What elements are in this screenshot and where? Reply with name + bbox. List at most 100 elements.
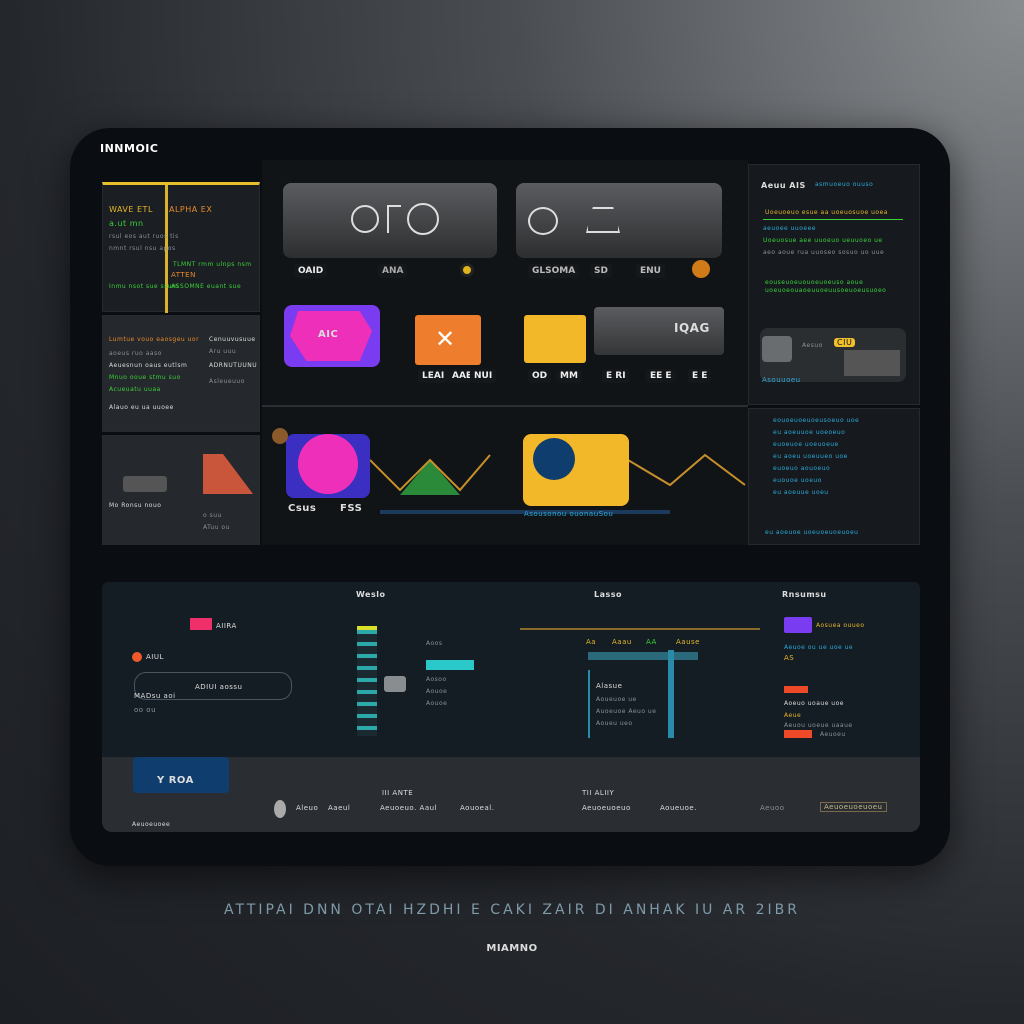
egg-icon [274,800,286,818]
text-line: rsul eos aut ruos tis [109,233,179,240]
caption-text: ATTIPAI DNN OTAI HZDHI E CAKI ZAIR DI AN… [224,902,800,918]
card2-button[interactable]: ENU [636,264,665,278]
card1-button[interactable]: OAID [294,264,328,278]
text-line: Aoeuo uoaue uoe [784,700,844,707]
section-header: Lasso [594,590,623,599]
shape-icon [387,205,401,233]
list-item[interactable]: Aosoo [426,676,447,683]
text-line: TLMNT rmm ulnps nsm [173,261,252,268]
widget-caption: Asouuoeu [762,376,801,384]
handle-button[interactable] [384,676,406,692]
footer-badge[interactable]: Y ROA [133,757,229,793]
brand-logo: MIAMNO [486,943,538,954]
footer-link[interactable]: Aouoeal. [460,804,494,812]
tree-item[interactable]: Aoueuoe ue [596,696,637,703]
card2-button[interactable]: SD [590,264,612,278]
log-line: eu aoeu uoeuueo uoe [773,453,848,460]
timeline-label: Aause [676,638,700,646]
status-dot-icon [132,652,142,662]
magenta-tile[interactable]: AIC [284,305,380,367]
footer-link[interactable]: Aaeul [328,804,350,812]
widget-button[interactable]: CIU [834,338,856,347]
tag-label: AIUL [146,653,164,661]
text-line: Mo Ronsu nouo [109,502,162,509]
text-line: aoeus ruo aaso [109,350,162,357]
timeline-label: Aa [586,638,597,646]
text-line: Aeuoeu [820,731,846,738]
list-item[interactable]: Aoos [426,640,442,647]
tile-label: AIC [318,329,339,340]
tree-item[interactable]: Auoeuoe Aeuo ue [596,708,656,715]
chart-caption: Asousonou ouonauSou [524,510,614,518]
tile-button[interactable]: E E [688,369,712,383]
right-widget[interactable]: Aesuo CIU [760,328,906,382]
tile-button[interactable]: MM [556,369,582,383]
yellow-card[interactable] [523,434,629,506]
color-swatch [784,617,812,633]
footer-link[interactable]: Aleuo [296,804,318,812]
app-title: INNMOIC [100,142,159,155]
chart-shape [203,454,253,494]
tile-button[interactable]: NUI [470,369,497,383]
trapezoid-icon [586,207,620,233]
text-line: Alauo eu ua uuoee [109,404,174,411]
left-panel-3: Mo Ronsu nouo o suu ATuu ou [102,435,260,545]
left-panel-1: WAVE ETL ALPHA EX a.ut mn rsul eos aut r… [102,182,260,313]
card2-button[interactable]: GLSOMA [528,264,580,278]
text-line: ATuu ou [203,524,230,531]
footer-button[interactable]: Aeuoeuoeuoeu [820,802,887,812]
right-panel-3: eouoeuoeuoeusoeuo uoe eu aoeuuoe uoeoeuo… [748,408,920,545]
panel-title: Aeuu AIS [761,181,806,190]
text-line: Aeuoe ou ue uoe ue [784,644,854,651]
text-line: Inmu nsot sue ssum [109,283,179,290]
chart-label: FSS [340,503,363,514]
tile-button[interactable]: E RI [602,369,630,383]
gray-tile[interactable]: IQAG [594,307,724,355]
text-line: Aeuesnun oaus eutlsm [109,362,188,369]
tile-button[interactable]: OD [528,369,552,383]
media-card-1[interactable] [283,183,497,258]
text-line: ADRNUTUUNU [209,362,258,369]
pink-disc-tile[interactable] [286,434,370,498]
circle-icon [528,207,558,235]
log-line: eu aoeuuoe uoeoeuo [773,429,846,436]
tree-item[interactable]: Alasue [596,682,622,690]
footer-link[interactable]: Aoueuoe. [660,804,697,812]
green-peak [400,460,460,495]
circle-icon [407,203,439,235]
tile-button[interactable]: EE E [646,369,676,383]
status-dot-icon [692,260,710,278]
status-dot-icon [460,263,474,277]
text-line: Aeuou uoeue uaaue [784,722,853,729]
panel-heading: Lumtue vouo eaosgeu uor [109,336,200,343]
tree-item[interactable]: Aoueu ueo [596,720,633,727]
tile-label: IQAG [674,321,710,335]
tag-icon [190,618,212,630]
progress-bar [426,660,474,670]
scroll-list[interactable] [357,626,377,736]
field-text: ADIUI aossu [195,683,243,691]
yellow-tile[interactable] [524,315,586,363]
red-indicator [784,730,812,738]
orange-tile[interactable]: ✕ [415,315,481,365]
tile-button[interactable]: LEAI [418,369,449,383]
widget-label: Aesuo [802,342,823,349]
col1-heading: WAVE ETL [109,205,153,214]
text-line: oo ou [134,706,157,714]
red-indicator [784,686,808,693]
camera-icon [762,336,792,362]
media-card-2[interactable] [516,183,722,258]
footer-corner-text: Aeuoeuoee [132,821,171,828]
list-item[interactable]: Aouoe [426,700,447,707]
tag-label: AIIRA [216,622,237,630]
text-line: Asleueuuo [209,378,245,385]
footer-link[interactable]: Aeuoeuoeuo [582,804,631,812]
timeline-track[interactable] [520,628,760,630]
node-dot [272,428,288,444]
timeline-label: Aaau [612,638,632,646]
list-item[interactable]: Aouoe [426,688,447,695]
text-line: nmnt rsul nsu apos [109,245,176,252]
footer-link[interactable]: Aeuoeuo. Aaul [380,804,437,812]
card1-button[interactable]: ANA [378,264,408,278]
log-line: euoeuoe uoeuoeue [773,441,839,448]
